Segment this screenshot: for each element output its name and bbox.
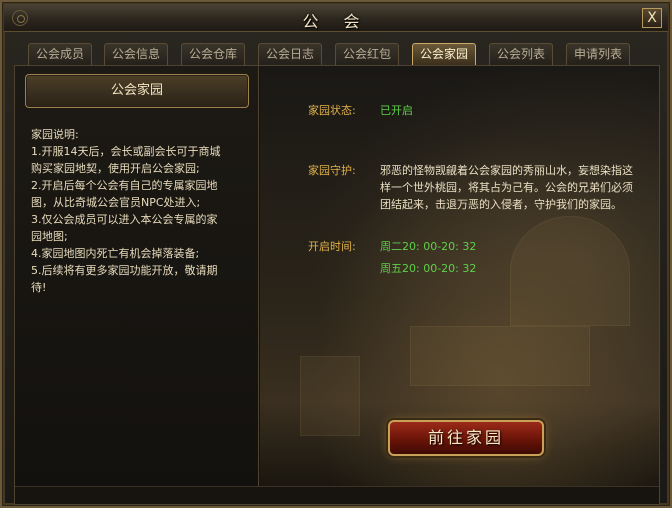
close-button[interactable]: X bbox=[642, 8, 662, 28]
open-time-label: 开启时间: bbox=[308, 240, 356, 253]
tab-guild-list[interactable]: 公会列表 bbox=[489, 43, 553, 65]
scene-arch bbox=[510, 216, 630, 326]
open-times: 周二20: 00-20: 32 周五20: 00-20: 32 bbox=[380, 238, 476, 277]
desc-line: 5.后续将有更多家园功能开放，敬请期 bbox=[31, 264, 218, 277]
tab-guild-red-packet[interactable]: 公会红包 bbox=[335, 43, 399, 65]
home-description: 家园说明: 1.开服14天后，会长或副会长可于商城 购买家园地契，使用开启公会家… bbox=[31, 126, 247, 296]
tab-guild-warehouse[interactable]: 公会仓库 bbox=[181, 43, 245, 65]
guard-line: 样一个世外桃园，将其占为己有。公会的兄弟们必须 bbox=[380, 181, 633, 194]
panel-header: 公会家园 bbox=[25, 74, 249, 108]
desc-line: 园地图; bbox=[31, 230, 68, 243]
guard-line: 邪恶的怪物觊觎着公会家园的秀丽山水，妄想染指这 bbox=[380, 164, 633, 177]
guard-line: 团结起来，击退万恶的入侵者，守护我们的家园。 bbox=[380, 198, 622, 211]
open-time-entry: 周二20: 00-20: 32 bbox=[380, 240, 477, 253]
scene-platform bbox=[410, 326, 590, 386]
guard-text: 邪恶的怪物觊觎着公会家园的秀丽山水，妄想染指这 样一个世外桃园，将其占为己有。公… bbox=[380, 162, 659, 213]
desc-line: 图，从比奇城公会官员NPC处进入; bbox=[31, 196, 201, 209]
tab-guild-home[interactable]: 公会家园 bbox=[412, 43, 476, 65]
window-title: 公 会 bbox=[302, 12, 370, 31]
go-to-home-button[interactable]: 前往家园 bbox=[388, 420, 544, 456]
guild-window: 公 会 X 公会成员 公会信息 公会仓库 公会日志 公会红包 公会家园 公会列表… bbox=[0, 0, 672, 508]
desc-line: 2.开启后每个公会有自己的专属家园地 bbox=[31, 179, 218, 192]
status-label: 家园状态: bbox=[308, 104, 356, 117]
tab-guild-log[interactable]: 公会日志 bbox=[258, 43, 322, 65]
panel-header-label: 公会家园 bbox=[110, 83, 163, 98]
home-scene-panel: 家园状态: 已开启 家园守护: 邪恶的怪物觊觎着公会家园的秀丽山水，妄想染指这 … bbox=[260, 66, 659, 486]
content-area: 公会家园 家园说明: 1.开服14天后，会长或副会长可于商城 购买家园地契，使用… bbox=[14, 65, 660, 505]
guard-label: 家园守护: bbox=[308, 164, 356, 177]
status-value: 已开启 bbox=[380, 104, 413, 117]
desc-line: 3.仅公会成员可以进入本公会专属的家 bbox=[31, 213, 218, 226]
desc-line: 家园说明: bbox=[31, 128, 79, 141]
desc-line: 待! bbox=[31, 281, 47, 294]
scene-pillar bbox=[300, 356, 360, 436]
open-time-entry: 周五20: 00-20: 32 bbox=[380, 262, 477, 275]
title-bar[interactable]: 公 会 X bbox=[4, 4, 668, 32]
desc-line: 4.家园地图内死亡有机会掉落装备; bbox=[31, 247, 200, 260]
desc-line: 购买家园地契，使用开启公会家园; bbox=[31, 162, 200, 175]
tab-guild-members[interactable]: 公会成员 bbox=[28, 43, 92, 65]
bottom-strip bbox=[15, 486, 659, 504]
desc-line: 1.开服14天后，会长或副会长可于商城 bbox=[31, 145, 221, 158]
tab-application-list[interactable]: 申请列表 bbox=[566, 43, 630, 65]
home-info-panel: 公会家园 家园说明: 1.开服14天后，会长或副会长可于商城 购买家园地契，使用… bbox=[15, 66, 259, 486]
tab-guild-info[interactable]: 公会信息 bbox=[104, 43, 168, 65]
